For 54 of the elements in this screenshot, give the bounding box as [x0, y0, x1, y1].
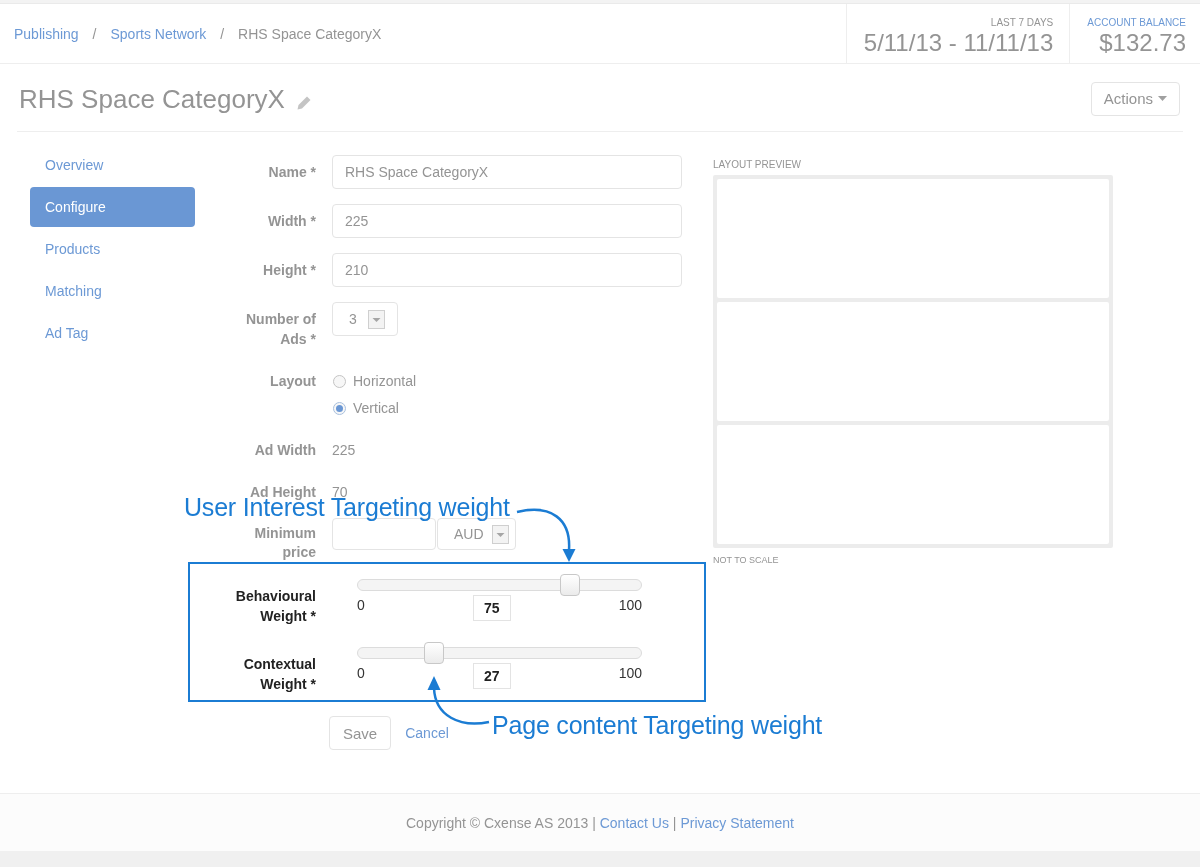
- slider-max-label: 100: [618, 664, 642, 683]
- radio-button[interactable]: [333, 401, 346, 415]
- caret-icon: [368, 309, 385, 329]
- field-label: Minimum price: [253, 524, 316, 562]
- breadcrumb-link[interactable]: Sports Network: [110, 25, 207, 42]
- slider-label: Behavioural Weight *: [234, 587, 316, 626]
- slider-value-field[interactable]: 75: [472, 595, 511, 621]
- sidebar-item[interactable]: Ad Tag: [30, 313, 195, 353]
- slider-value-field[interactable]: 27: [472, 663, 511, 689]
- preview-note: NOT TO SCALE: [713, 554, 780, 566]
- caret-icon: [1158, 96, 1167, 101]
- breadcrumb-separator: /: [220, 25, 225, 42]
- save-button[interactable]: Save: [329, 716, 392, 750]
- radio-button[interactable]: [333, 374, 346, 388]
- field-value: 225: [332, 441, 356, 460]
- slider-label: Contextual Weight *: [242, 655, 316, 694]
- copyright-text: Copyright © Cxense AS 2013 | Contact Us | Privacy Statement: [406, 814, 794, 831]
- actions-button[interactable]: Actions: [1090, 81, 1180, 116]
- cancel-link[interactable]: Cancel: [405, 725, 449, 741]
- field-label: Number of Ads *: [245, 310, 316, 349]
- stat-link[interactable]: ACCOUNT BALANCE: [1087, 17, 1186, 29]
- caret-icon: [492, 524, 509, 544]
- text-input[interactable]: RHS Space CategoryX: [332, 155, 682, 189]
- radio-label[interactable]: Horizontal: [353, 373, 417, 389]
- field-label: Ad Width: [254, 441, 316, 460]
- stat-label: LAST 7 DAYS: [990, 17, 1054, 29]
- text-input[interactable]: 210: [332, 253, 682, 287]
- slider-min-label: 0: [357, 664, 365, 683]
- breadcrumb-separator: /: [92, 25, 97, 42]
- field-label: Height *: [263, 261, 316, 280]
- sidebar-item[interactable]: Matching: [30, 271, 195, 311]
- stat-value: $132.73: [1099, 29, 1186, 57]
- slider-thumb[interactable]: [424, 642, 445, 664]
- annotation-text: Page content Targeting weight: [492, 710, 823, 740]
- sidebar-item[interactable]: Products: [30, 229, 195, 269]
- page-title: RHS Space CategoryX: [19, 82, 285, 115]
- footer-link[interactable]: Privacy Statement: [680, 814, 794, 831]
- sidebar-item[interactable]: Configure: [30, 187, 195, 227]
- breadcrumb-link[interactable]: Publishing: [14, 25, 79, 42]
- text-input[interactable]: 225: [332, 204, 682, 238]
- radio-label[interactable]: Vertical: [353, 400, 399, 416]
- pencil-icon[interactable]: [296, 95, 311, 110]
- preview-title: LAYOUT PREVIEW: [713, 159, 802, 171]
- footer-link[interactable]: Contact Us: [599, 814, 669, 831]
- field-label: Width *: [267, 212, 316, 231]
- field-label: Layout: [270, 372, 316, 391]
- stat-value: 5/11/13 - 11/11/13: [863, 29, 1054, 57]
- slider-thumb[interactable]: [560, 574, 581, 596]
- sidebar-item[interactable]: Overview: [30, 145, 195, 185]
- slider-min-label: 0: [357, 596, 365, 615]
- slider-max-label: 100: [618, 596, 642, 615]
- number-select[interactable]: 3: [332, 302, 398, 336]
- breadcrumb-current: RHS Space CategoryX: [238, 25, 382, 42]
- field-label: Name *: [268, 163, 316, 182]
